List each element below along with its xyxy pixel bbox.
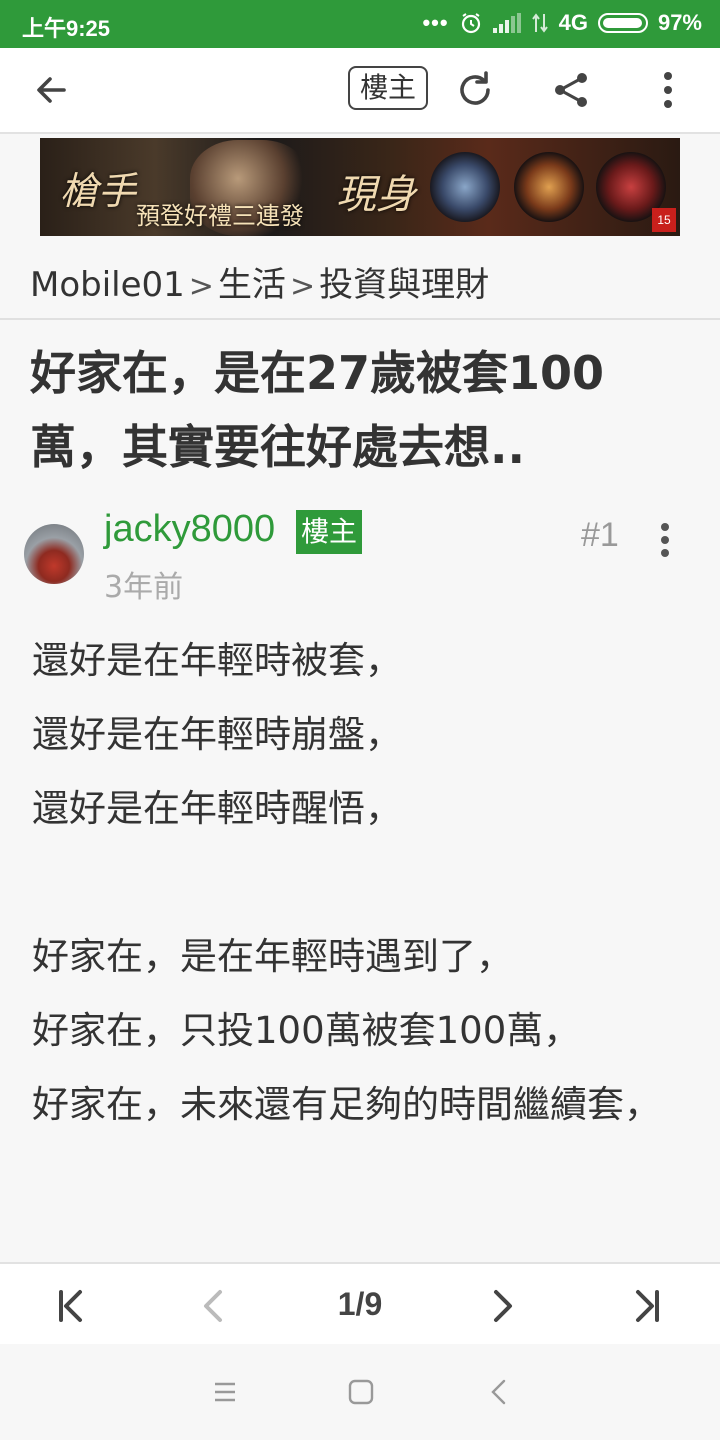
floor-number: #1 [581,516,619,554]
first-page-icon[interactable] [48,1284,92,1328]
op-only-filter-button[interactable]: 樓主 [348,66,428,110]
more-vertical-icon[interactable] [646,68,690,112]
avatar[interactable] [24,524,84,584]
breadcrumb-item-life[interactable]: 生活 [218,265,286,305]
ad-area: 槍手 預登好禮三連發 現身 15 [0,134,720,240]
content-line: 還好是在年輕時醒悟， [32,787,402,830]
data-transfer-icon [531,13,548,33]
content-line [32,846,692,920]
system-nav-bar [0,1344,720,1440]
more-dots-icon: ••• [422,10,449,35]
ad-title: 槍手 [60,169,137,213]
battery-percent: 97% [657,10,702,35]
refresh-icon[interactable] [453,68,497,112]
post-time: 3年前 [104,570,184,605]
breadcrumb: Mobile01 > 生活 > 投資與理財 [0,240,720,320]
prev-page-icon[interactable] [192,1284,236,1328]
ad-banner[interactable]: 槍手 預登好禮三連發 現身 15 [40,138,680,236]
content-line: 好家在，是在年輕時遇到了， [32,935,513,978]
back-nav-icon[interactable] [482,1374,518,1410]
op-badge: 樓主 [296,510,362,554]
status-bar: 上午9:25 ••• 4G 97% [0,0,720,48]
page-indicator[interactable]: 1/9 [310,1286,410,1323]
ad-orb-blue [430,152,500,222]
alarm-icon [461,13,480,34]
content-line: 還好是在年輕時被套， [32,639,402,682]
battery-icon [597,13,648,33]
breadcrumb-separator: > [289,269,316,304]
content-line: 好家在，未來還有足夠的時間繼續套， [32,1083,661,1126]
share-icon[interactable] [550,68,594,112]
pagination-bar: 1/9 [0,1262,720,1344]
breadcrumb-item-investment[interactable]: 投資與理財 [319,265,489,305]
ad-orb-gold [514,152,584,222]
post-content: 還好是在年輕時被套， 還好是在年輕時崩盤， 還好是在年輕時醒悟， 好家在，是在年… [32,624,692,1142]
breadcrumb-separator: > [188,269,214,304]
last-page-icon[interactable] [626,1284,670,1328]
signal-icon [492,13,521,33]
content-line: 還好是在年輕時崩盤， [32,713,402,756]
ad-subtitle: 預登好禮三連發 [136,202,304,230]
post-more-icon[interactable] [654,522,676,558]
content-line: 好家在，只投100萬被套100萬， [32,1009,581,1052]
post-title: 好家在，是在27歲被套100萬，其實要往好處去想.. [30,346,605,474]
back-arrow-icon[interactable] [30,68,74,112]
home-icon[interactable] [343,1374,379,1410]
top-toolbar: 樓主 [0,48,720,134]
author-name[interactable]: jacky8000 [104,508,275,551]
status-icons: ••• 4G 97% [422,10,702,36]
status-time: 上午9:25 [22,16,111,41]
breadcrumb-item-home[interactable]: Mobile01 [30,265,185,305]
network-type: 4G [558,10,588,35]
next-page-icon[interactable] [480,1284,524,1328]
ad-side-text: 現身 [336,172,416,218]
age-rating-badge: 15 [652,208,676,232]
menu-icon[interactable] [207,1374,243,1410]
